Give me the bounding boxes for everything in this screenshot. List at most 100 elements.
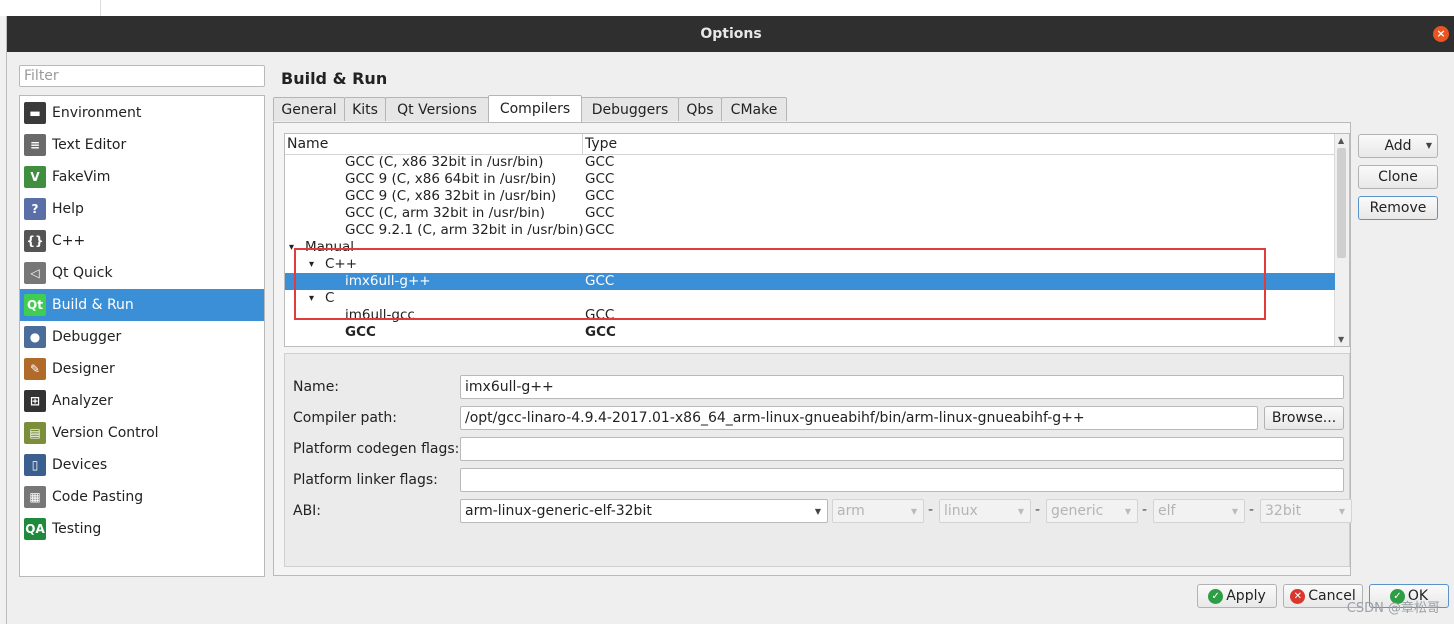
tree-row[interactable]: ▾ C xyxy=(285,290,1335,307)
column-divider[interactable] xyxy=(582,134,583,154)
apply-button[interactable]: ✓ Apply xyxy=(1197,584,1277,608)
monitor-icon: ▬ xyxy=(24,102,46,124)
sidebar-item-label: FakeVim xyxy=(52,169,111,185)
tab-compilers[interactable]: Compilers xyxy=(488,95,582,122)
remove-button[interactable]: Remove xyxy=(1358,196,1438,220)
close-icon[interactable]: × xyxy=(1433,26,1449,42)
options-dialog: Options × ▬ Environment ≡ Text Editor V FakeV… xyxy=(6,16,1454,624)
page-title: Build & Run xyxy=(281,69,388,88)
abi-part-value: arm xyxy=(837,503,865,519)
clone-button[interactable]: Clone xyxy=(1358,165,1438,189)
sidebar-item-label: Debugger xyxy=(52,329,122,345)
abi-architecture-select[interactable]: arm ▼ xyxy=(832,499,924,523)
version-control-icon: ▤ xyxy=(24,422,46,444)
sidebar-item-label: Help xyxy=(52,201,84,217)
name-label: Name: xyxy=(293,379,340,395)
sidebar-item-label: C++ xyxy=(52,233,86,249)
sidebar-item-designer[interactable]: ✎ Designer xyxy=(20,353,264,385)
cpp-icon: {} xyxy=(24,230,46,252)
text-editor-icon: ≡ xyxy=(24,134,46,156)
compiler-path-label: Compiler path: xyxy=(293,410,398,426)
scrollbar-thumb[interactable] xyxy=(1337,148,1346,258)
sidebar-item-environment[interactable]: ▬ Environment xyxy=(20,97,264,129)
expand-arrow-icon[interactable]: ▾ xyxy=(289,239,294,256)
tab-qbs[interactable]: Qbs xyxy=(678,97,722,121)
scroll-down-icon[interactable]: ▼ xyxy=(1338,335,1344,344)
tree-scrollbar[interactable]: ▲ ▼ xyxy=(1334,134,1349,346)
analyzer-icon: ⊞ xyxy=(24,390,46,412)
sidebar-item-label: Qt Quick xyxy=(52,265,113,281)
tab-cmake[interactable]: CMake xyxy=(721,97,787,121)
tab-general[interactable]: General xyxy=(273,97,345,121)
tab-kits[interactable]: Kits xyxy=(344,97,386,121)
sidebar-item-label: Text Editor xyxy=(52,137,127,153)
tab-qt-versions[interactable]: Qt Versions xyxy=(385,97,489,121)
filter-input[interactable] xyxy=(19,65,265,87)
tree-row[interactable]: ▾ Manual xyxy=(285,239,1335,256)
abi-separator: - xyxy=(928,502,934,518)
tree-row-name: C xyxy=(325,290,335,306)
compiler-path-input[interactable] xyxy=(460,406,1258,430)
platform-linker-flags-input[interactable] xyxy=(460,468,1344,492)
tree-row[interactable]: GCC 9 (C, x86 64bit in /usr/bin) GCC xyxy=(285,171,1335,188)
sidebar-item-version-control[interactable]: ▤ Version Control xyxy=(20,417,264,449)
abi-select-value: arm-linux-generic-elf-32bit xyxy=(465,503,652,519)
sidebar-item-analyzer[interactable]: ⊞ Analyzer xyxy=(20,385,264,417)
debugger-icon: ● xyxy=(24,326,46,348)
chevron-down-icon: ▼ xyxy=(814,507,821,516)
abi-select[interactable]: arm-linux-generic-elf-32bit ▼ xyxy=(460,499,828,523)
abi-separator: - xyxy=(1142,502,1148,518)
scroll-up-icon[interactable]: ▲ xyxy=(1338,136,1344,145)
tree-row[interactable]: GCC 9.2.1 (C, arm 32bit in /usr/bin) GCC xyxy=(285,222,1335,239)
sidebar-item-build-run[interactable]: Qt Build & Run xyxy=(20,289,264,321)
column-header-type[interactable]: Type xyxy=(585,136,617,152)
abi-os-select[interactable]: linux ▼ xyxy=(939,499,1031,523)
tree-row[interactable]: imx6ull-g++ GCC xyxy=(285,273,1335,290)
abi-width-select[interactable]: 32bit ▼ xyxy=(1260,499,1352,523)
designer-icon: ✎ xyxy=(24,358,46,380)
apply-label: Apply xyxy=(1226,588,1266,604)
cancel-icon: ✕ xyxy=(1290,588,1306,604)
column-header-name[interactable]: Name xyxy=(287,136,328,152)
sidebar-item-fakevim[interactable]: V FakeVim xyxy=(20,161,264,193)
expand-arrow-icon[interactable]: ▾ xyxy=(309,290,314,307)
compiler-details: Name: Compiler path: Browse... Platform … xyxy=(284,353,1352,567)
tree-row[interactable]: ▾ C++ xyxy=(285,256,1335,273)
sidebar-item-qt-quick[interactable]: ◁ Qt Quick xyxy=(20,257,264,289)
add-button[interactable]: Add ▼ xyxy=(1358,134,1438,158)
qt-quick-icon: ◁ xyxy=(24,262,46,284)
tree-row-name: GCC xyxy=(345,324,376,340)
sidebar-item-label: Designer xyxy=(52,361,115,377)
tree-row[interactable]: GCC 9 (C, x86 32bit in /usr/bin) GCC xyxy=(285,188,1335,205)
title-bar[interactable]: Options × xyxy=(7,16,1454,52)
tree-row-type: GCC xyxy=(585,188,615,204)
sidebar-item-testing[interactable]: QA Testing xyxy=(20,513,264,545)
check-icon: ✓ xyxy=(1208,588,1224,604)
tree-row[interactable]: im6ull-gcc GCC xyxy=(285,307,1335,324)
sidebar-item-label: Testing xyxy=(52,521,102,537)
abi-part-value: generic xyxy=(1051,503,1104,519)
tree-row-type: GCC xyxy=(585,324,616,340)
platform-codegen-flags-input[interactable] xyxy=(460,437,1344,461)
tree-row[interactable]: GCC GCC xyxy=(285,324,1335,341)
tree-row[interactable]: GCC (C, x86 32bit in /usr/bin) GCC xyxy=(285,154,1335,171)
tree-row[interactable]: GCC (C, arm 32bit in /usr/bin) GCC xyxy=(285,205,1335,222)
sidebar-item-c[interactable]: {} C++ xyxy=(20,225,264,257)
sidebar-item-code-pasting[interactable]: ▦ Code Pasting xyxy=(20,481,264,513)
sidebar-item-debugger[interactable]: ● Debugger xyxy=(20,321,264,353)
abi-format-select[interactable]: elf ▼ xyxy=(1153,499,1245,523)
sidebar-item-text-editor[interactable]: ≡ Text Editor xyxy=(20,129,264,161)
tab-debuggers[interactable]: Debuggers xyxy=(581,97,679,121)
compiler-tree: Name Type ▲ ▼ GCC (C, x86 32bit in /usr/… xyxy=(284,133,1350,347)
tree-row-type: GCC xyxy=(585,222,615,238)
abi-flavor-select[interactable]: generic ▼ xyxy=(1046,499,1138,523)
name-input[interactable] xyxy=(460,375,1344,399)
tree-row-name: im6ull-gcc xyxy=(345,307,415,323)
abi-part-value: 32bit xyxy=(1265,503,1302,519)
expand-arrow-icon[interactable]: ▾ xyxy=(309,256,314,273)
sidebar-item-devices[interactable]: ▯ Devices xyxy=(20,449,264,481)
platform-codegen-flags-label: Platform codegen flags: xyxy=(293,441,460,457)
browse-button[interactable]: Browse... xyxy=(1264,406,1344,430)
sidebar-item-help[interactable]: ? Help xyxy=(20,193,264,225)
category-list: ▬ Environment ≡ Text Editor V FakeVim? Help {} C… xyxy=(19,95,265,577)
